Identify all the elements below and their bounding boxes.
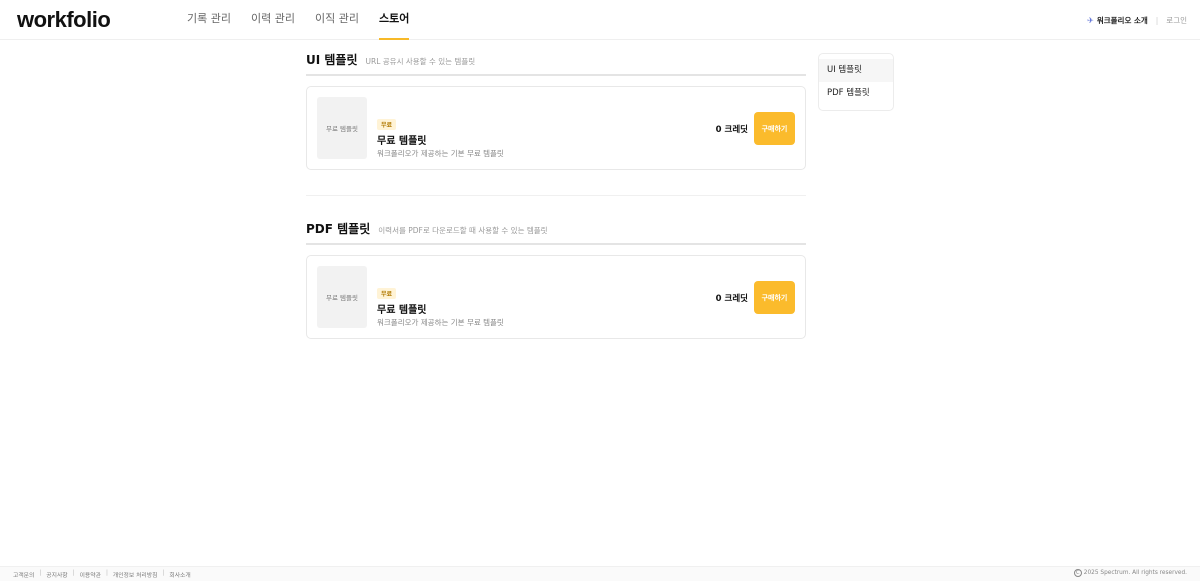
footer-links: 고객문의 | 공지사항 | 이용약관 | 개인정보 처리방침 | 회사소개 [13, 570, 191, 579]
section-title: UI 템플릿 [306, 53, 358, 67]
footer-link-privacy[interactable]: 개인정보 처리방침 [113, 570, 158, 579]
section-header-pdf: PDF 템플릿 이력서를 PDF로 다운로드할 때 사용할 수 있는 템플릿 [306, 217, 806, 245]
footer-link-company[interactable]: 회사소개 [169, 570, 190, 579]
header-actions: ✈ 워크폴리오 소개 | 로그인 [1087, 0, 1187, 40]
side-menu-item-ui[interactable]: UI 템플릿 [819, 59, 893, 82]
section-desc: 이력서를 PDF로 다운로드할 때 사용할 수 있는 템플릿 [378, 226, 548, 235]
section-divider [306, 195, 806, 196]
footer-link-contact[interactable]: 고객문의 [13, 570, 34, 579]
template-card: 무료 템플릿 무료 무료 템플릿 워크폴리오가 제공하는 기본 무료 템플릿 0… [306, 255, 806, 339]
template-title: 무료 템플릿 [377, 305, 427, 316]
template-info: 무료 무료 템플릿 워크폴리오가 제공하는 기본 무료 템플릿 [377, 112, 504, 159]
login-link[interactable]: 로그인 [1166, 15, 1187, 26]
intro-link[interactable]: ✈ 워크폴리오 소개 [1087, 15, 1148, 26]
main-nav: 기록 관리 이력 관리 이직 관리 스토어 [187, 0, 410, 40]
intro-label: 워크폴리오 소개 [1096, 15, 1148, 25]
section-desc: URL 공유시 사용할 수 있는 템플릿 [365, 57, 476, 66]
store-main: UI 템플릿 URL 공유시 사용할 수 있는 템플릿 무료 템플릿 무료 무료… [306, 48, 806, 339]
buy-button[interactable]: 구매하기 [754, 112, 795, 145]
side-menu-item-pdf[interactable]: PDF 템플릿 [819, 82, 893, 105]
footer-separator: | [39, 570, 42, 576]
copyright-icon: C [1073, 569, 1082, 577]
template-thumbnail[interactable]: 무료 템플릿 [317, 97, 367, 159]
template-card: 무료 템플릿 무료 무료 템플릿 워크폴리오가 제공하는 기본 무료 템플릿 0… [306, 86, 806, 170]
free-badge: 무료 [377, 119, 397, 130]
footer-separator: | [72, 570, 75, 576]
footer-link-notice[interactable]: 공지사항 [46, 570, 67, 579]
template-title: 무료 템플릿 [377, 136, 427, 147]
copyright-text: 2025 Spectrum. All rights reserved. [1083, 570, 1187, 576]
nav-item-records[interactable]: 기록 관리 [187, 0, 231, 40]
buy-button[interactable]: 구매하기 [754, 281, 795, 314]
template-desc: 워크폴리오가 제공하는 기본 무료 템플릿 [377, 318, 504, 327]
category-side-menu: UI 템플릿 PDF 템플릿 [818, 53, 894, 111]
section-title: PDF 템플릿 [306, 222, 371, 236]
template-price: 0 크레딧 [715, 125, 748, 135]
nav-item-store[interactable]: 스토어 [378, 0, 410, 40]
footer: 고객문의 | 공지사항 | 이용약관 | 개인정보 처리방침 | 회사소개 C … [0, 566, 1200, 581]
logo[interactable]: workfolio [17, 7, 111, 33]
footer-link-terms[interactable]: 이용약관 [80, 570, 101, 579]
footer-separator: | [162, 570, 165, 576]
thumbnail-label: 무료 템플릿 [326, 125, 358, 133]
nav-item-job-change[interactable]: 이직 관리 [315, 0, 359, 40]
section-header-ui: UI 템플릿 URL 공유시 사용할 수 있는 템플릿 [306, 48, 806, 76]
template-thumbnail[interactable]: 무료 템플릿 [317, 266, 367, 328]
free-badge: 무료 [377, 288, 397, 299]
thumbnail-label: 무료 템플릿 [326, 294, 358, 302]
template-info: 무료 무료 템플릿 워크폴리오가 제공하는 기본 무료 템플릿 [377, 281, 504, 328]
top-header: workfolio 기록 관리 이력 관리 이직 관리 스토어 ✈ 워크폴리오 … [0, 0, 1200, 40]
template-price: 0 크레딧 [715, 294, 748, 304]
nav-item-resume[interactable]: 이력 관리 [251, 0, 295, 40]
footer-separator: | [105, 570, 108, 576]
copyright: C 2025 Spectrum. All rights reserved. [1073, 569, 1187, 577]
rocket-icon: ✈ [1087, 15, 1094, 25]
header-separator: | [1155, 15, 1159, 25]
template-desc: 워크폴리오가 제공하는 기본 무료 템플릿 [377, 149, 504, 158]
